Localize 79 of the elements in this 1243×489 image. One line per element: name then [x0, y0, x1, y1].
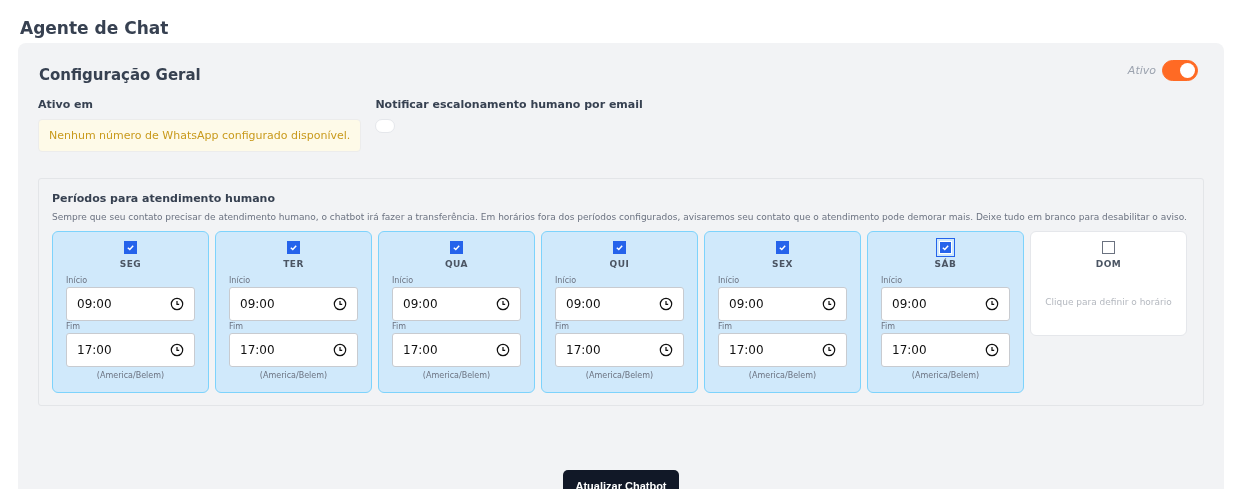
timezone-label: (America/Belem)	[422, 371, 491, 380]
checkbox[interactable]	[450, 241, 463, 254]
field-label: Fim	[555, 322, 570, 331]
check-icon	[778, 243, 787, 252]
notify-toggle[interactable]	[375, 119, 396, 133]
field-label: Início	[881, 276, 903, 285]
clock-icon	[496, 343, 510, 357]
time-field[interactable]: 09:00	[881, 287, 1010, 321]
field-label: Fim	[392, 322, 407, 331]
clock-icon	[985, 343, 999, 357]
page-title: Agente de Chat	[19, 17, 170, 40]
active-toggle[interactable]	[1162, 60, 1198, 81]
checkbox[interactable]	[124, 241, 137, 254]
field-label: Fim	[881, 322, 896, 331]
field-label: Notificar escalonamento humano por email	[375, 98, 643, 111]
field-label: Fim	[229, 322, 244, 331]
day-name: SÁB	[934, 259, 957, 269]
day-name: QUA	[444, 259, 469, 269]
timezone-label: (America/Belem)	[911, 371, 980, 380]
time-field[interactable]: 17:00	[881, 333, 1010, 367]
checkbox[interactable]	[613, 241, 626, 254]
time-field[interactable]: 17:00	[392, 333, 521, 367]
clock-icon	[822, 297, 836, 311]
periods-title: Períodos para atendimento humano	[52, 192, 276, 205]
clock-icon	[822, 343, 836, 357]
check-icon	[289, 243, 298, 252]
check-icon	[452, 243, 461, 252]
time-field[interactable]: 09:00	[718, 287, 847, 321]
clock-icon	[170, 297, 184, 311]
checkbox[interactable]	[776, 241, 789, 254]
field-label: Início	[392, 276, 414, 285]
timezone-label: (America/Belem)	[585, 371, 654, 380]
check-icon	[126, 243, 135, 252]
day-card[interactable]: SEX Início 09:00 Fim 17:00 (America/Belem)	[704, 231, 861, 393]
time-field[interactable]: 09:00	[555, 287, 684, 321]
timezone-label: (America/Belem)	[748, 371, 817, 380]
status-label: Ativo	[1127, 64, 1156, 77]
clock-icon	[659, 343, 673, 357]
field-label: Início	[718, 276, 740, 285]
day-card[interactable]: DOM Clique para definir o horário	[1030, 231, 1187, 336]
field-label: Fim	[718, 322, 733, 331]
field-label: Início	[229, 276, 251, 285]
time-field[interactable]: 09:00	[392, 287, 521, 321]
day-name: QUI	[609, 259, 630, 269]
hint-text: Clique para definir o horário	[1045, 297, 1172, 307]
time-field[interactable]: 09:00	[66, 287, 195, 321]
timezone-label: (America/Belem)	[96, 371, 165, 380]
clock-icon	[333, 297, 347, 311]
field-label: Início	[66, 276, 88, 285]
day-name: SEX	[771, 259, 794, 269]
time-field[interactable]: 17:00	[66, 333, 195, 367]
day-card[interactable]: SEG Início 09:00 Fim 17:00 (America/Belem)	[52, 231, 209, 393]
day-name: DOM	[1095, 259, 1122, 269]
timezone-label: (America/Belem)	[259, 371, 328, 380]
field-label: Fim	[66, 322, 81, 331]
warning-notice: Nenhum número de WhatsApp configurado disponível.	[38, 119, 362, 152]
day-name: TER	[283, 259, 304, 269]
day-card[interactable]: QUI Início 09:00 Fim 17:00 (America/Belem)	[541, 231, 698, 393]
clock-icon	[496, 297, 510, 311]
checkbox[interactable]	[287, 241, 300, 254]
clock-icon	[659, 297, 673, 311]
day-name: SEG	[119, 259, 142, 269]
time-field[interactable]: 17:00	[718, 333, 847, 367]
clock-icon	[985, 297, 999, 311]
clock-icon	[170, 343, 184, 357]
day-card[interactable]: TER Início 09:00 Fim 17:00 (America/Belem)	[215, 231, 372, 393]
clock-icon	[333, 343, 347, 357]
time-field[interactable]: 09:00	[229, 287, 358, 321]
time-field[interactable]: 17:00	[555, 333, 684, 367]
check-icon	[615, 243, 624, 252]
checkbox[interactable]	[1102, 241, 1115, 254]
day-card[interactable]: QUA Início 09:00 Fim 17:00 (America/Belem)	[378, 231, 535, 393]
time-field[interactable]: 17:00	[229, 333, 358, 367]
field-label: Início	[555, 276, 577, 285]
periods-description: Sempre que seu contato precisar de atendimento humano, o chatbot irá fazer a transferência. Em horários fora dos períodos configurados, avisaremos seu contato que o atendimento pode demorar mais. Deixe tudo em branco para desabilitar o aviso.	[52, 212, 1188, 222]
section-title: Configuração Geral	[39, 66, 201, 84]
field-label: Ativo em	[38, 98, 94, 111]
check-icon	[941, 243, 950, 252]
day-card[interactable]: SÁB Início 09:00 Fim 17:00 (America/Belem)	[867, 231, 1024, 393]
